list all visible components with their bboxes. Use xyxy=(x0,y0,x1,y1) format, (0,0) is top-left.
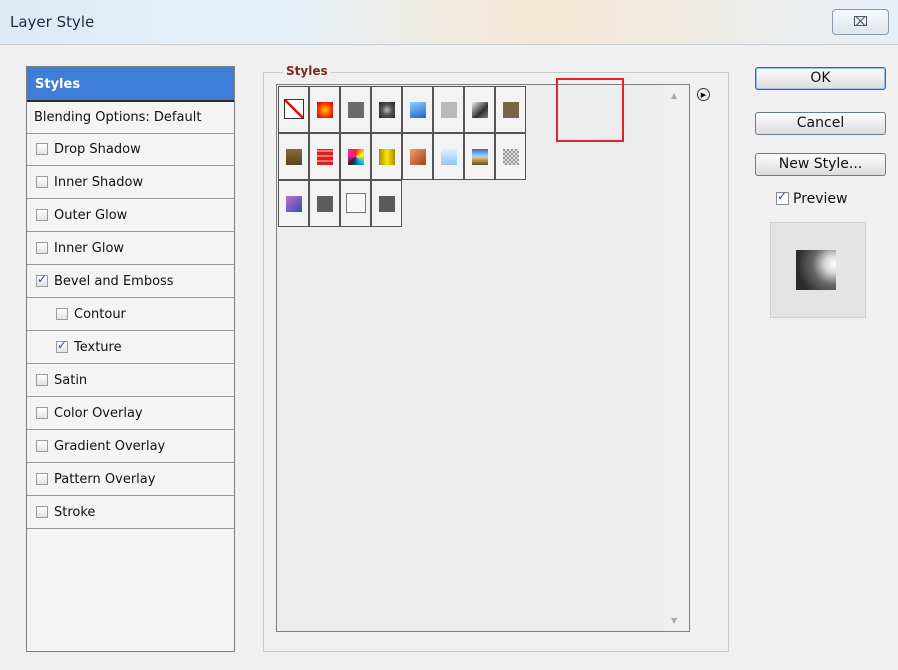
style-preview-thumbnail xyxy=(770,222,866,318)
style-item-label: Inner Glow xyxy=(54,241,125,256)
ok-button[interactable]: OK xyxy=(755,67,886,90)
style-item-stroke[interactable]: Stroke xyxy=(27,497,234,529)
style-swatch[interactable] xyxy=(495,86,526,133)
gray-square-style-icon xyxy=(348,102,364,118)
style-swatch[interactable] xyxy=(278,133,309,180)
close-x-icon: ⌧ xyxy=(853,14,868,30)
scroll-up-icon[interactable]: ▲ xyxy=(671,91,677,100)
checkbox-icon[interactable] xyxy=(36,506,48,518)
orange-gradient-style-icon xyxy=(410,149,426,165)
styles-group-title: Styles xyxy=(283,64,331,78)
checkbox-icon[interactable] xyxy=(36,143,48,155)
style-item-inner-shadow[interactable]: Inner Shadow xyxy=(27,167,234,199)
checkbox-icon[interactable] xyxy=(56,308,68,320)
preview-swatch xyxy=(796,250,836,290)
style-swatch[interactable] xyxy=(340,133,371,180)
checkbox-icon[interactable] xyxy=(56,338,68,353)
style-item-label: Satin xyxy=(54,373,88,388)
style-swatch[interactable] xyxy=(309,133,340,180)
checkbox-icon[interactable] xyxy=(36,209,48,221)
checkbox-icon[interactable] xyxy=(36,272,48,287)
style-item-inner-glow[interactable]: Inner Glow xyxy=(27,233,234,265)
checkbox-icon[interactable] xyxy=(36,242,48,254)
new-style-button[interactable]: New Style... xyxy=(755,153,886,176)
style-item-outer-glow[interactable]: Outer Glow xyxy=(27,200,234,232)
style-swatch[interactable] xyxy=(278,86,309,133)
style-item-label: Contour xyxy=(74,307,126,322)
red-glow-style-icon xyxy=(317,102,333,118)
style-item-label: Color Overlay xyxy=(54,406,143,421)
style-swatch[interactable] xyxy=(433,133,464,180)
window-title: Layer Style xyxy=(10,13,95,31)
styles-list: Styles Blending Options: Default Drop Sh… xyxy=(26,66,235,652)
checkbox-icon[interactable] xyxy=(36,176,48,188)
style-swatch[interactable] xyxy=(309,86,340,133)
selected-style-highlight xyxy=(556,78,624,142)
style-swatch[interactable] xyxy=(402,133,433,180)
light-gray-style-icon xyxy=(441,102,457,118)
chrome-style-icon xyxy=(472,102,488,118)
style-swatch[interactable] xyxy=(402,86,433,133)
style-swatch[interactable] xyxy=(340,180,371,227)
outline-style-icon xyxy=(346,193,366,213)
style-item-contour[interactable]: Contour xyxy=(27,299,234,331)
preview-check-icon[interactable] xyxy=(776,189,789,205)
bronze-style-icon xyxy=(503,102,519,118)
flyout-menu-icon[interactable]: ▶ xyxy=(697,88,710,101)
style-swatch[interactable] xyxy=(464,86,495,133)
color-mix-style-icon xyxy=(348,149,364,165)
style-item-label: Stroke xyxy=(54,505,96,520)
preview-checkbox[interactable]: Preview xyxy=(776,189,848,207)
style-swatch[interactable] xyxy=(309,180,340,227)
style-swatch[interactable] xyxy=(464,133,495,180)
style-item-label: Bevel and Emboss xyxy=(54,274,174,289)
style-swatch[interactable] xyxy=(340,86,371,133)
style-item-label: Inner Shadow xyxy=(54,175,144,190)
layer-style-dialog: Layer Style ⌧ Styles Blending Options: D… xyxy=(0,0,898,670)
none-style-icon xyxy=(284,99,304,119)
style-item-label: Gradient Overlay xyxy=(54,439,166,454)
sky-style-icon xyxy=(472,149,488,165)
dark-round-style-icon xyxy=(379,102,395,118)
style-swatch[interactable] xyxy=(495,133,526,180)
cancel-button[interactable]: Cancel xyxy=(755,112,886,135)
texture-gray-style-icon xyxy=(503,149,519,165)
style-item-drop-shadow[interactable]: Drop Shadow xyxy=(27,134,234,166)
style-item-gradient-overlay[interactable]: Gradient Overlay xyxy=(27,431,234,463)
style-item-bevel-and-emboss[interactable]: Bevel and Emboss xyxy=(27,266,234,298)
style-item-label: Drop Shadow xyxy=(54,142,141,157)
style-item-label: Pattern Overlay xyxy=(54,472,156,487)
checkbox-icon[interactable] xyxy=(36,374,48,386)
style-item-color-overlay[interactable]: Color Overlay xyxy=(27,398,234,430)
preview-label: Preview xyxy=(793,191,848,207)
style-item-pattern-overlay[interactable]: Pattern Overlay xyxy=(27,464,234,496)
light-blue-style-icon xyxy=(441,149,457,165)
bronze-dark-style-icon xyxy=(286,149,302,165)
style-swatch[interactable] xyxy=(371,180,402,227)
style-swatch[interactable] xyxy=(371,86,402,133)
purple-blue-style-icon xyxy=(286,196,302,212)
style-swatch[interactable] xyxy=(371,133,402,180)
style-item-satin[interactable]: Satin xyxy=(27,365,234,397)
red-stripes-style-icon xyxy=(317,149,333,165)
style-item-label: Texture xyxy=(74,340,122,355)
vertical-scrollbar[interactable]: ▲ ▼ xyxy=(663,85,689,631)
checkbox-icon[interactable] xyxy=(36,473,48,485)
dark-gray-2-style-icon xyxy=(379,196,395,212)
checkbox-icon[interactable] xyxy=(36,440,48,452)
style-item-texture[interactable]: Texture xyxy=(27,332,234,364)
title-bar[interactable]: Layer Style ⌧ xyxy=(0,0,898,45)
style-item-label: Outer Glow xyxy=(54,208,128,223)
blue-gradient-style-icon xyxy=(410,102,426,118)
blending-options-label: Blending Options: Default xyxy=(34,110,202,125)
yellow-gradient-style-icon xyxy=(379,149,395,165)
scroll-down-icon[interactable]: ▼ xyxy=(671,616,677,625)
dark-gray-style-icon xyxy=(317,196,333,212)
checkbox-icon[interactable] xyxy=(36,407,48,419)
style-swatch[interactable] xyxy=(278,180,309,227)
close-button[interactable]: ⌧ xyxy=(832,9,889,35)
blending-options-item[interactable]: Blending Options: Default xyxy=(27,102,234,134)
styles-list-header[interactable]: Styles xyxy=(27,67,234,102)
style-swatch[interactable] xyxy=(433,86,464,133)
